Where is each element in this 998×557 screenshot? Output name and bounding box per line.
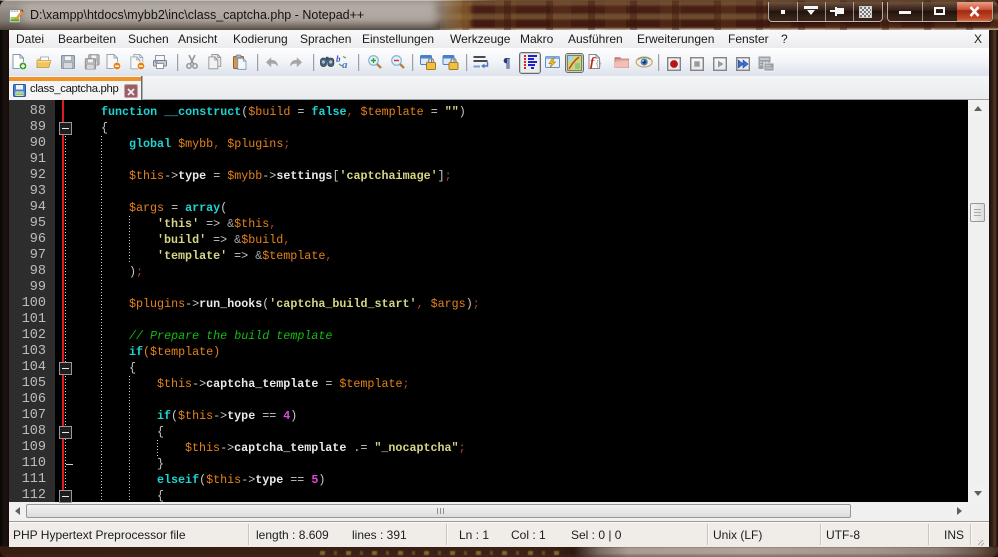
svg-text:a: a xyxy=(342,59,348,71)
svg-text:b: b xyxy=(336,54,341,64)
svg-text:¶: ¶ xyxy=(503,56,511,71)
svg-text:{}: {} xyxy=(596,59,602,68)
